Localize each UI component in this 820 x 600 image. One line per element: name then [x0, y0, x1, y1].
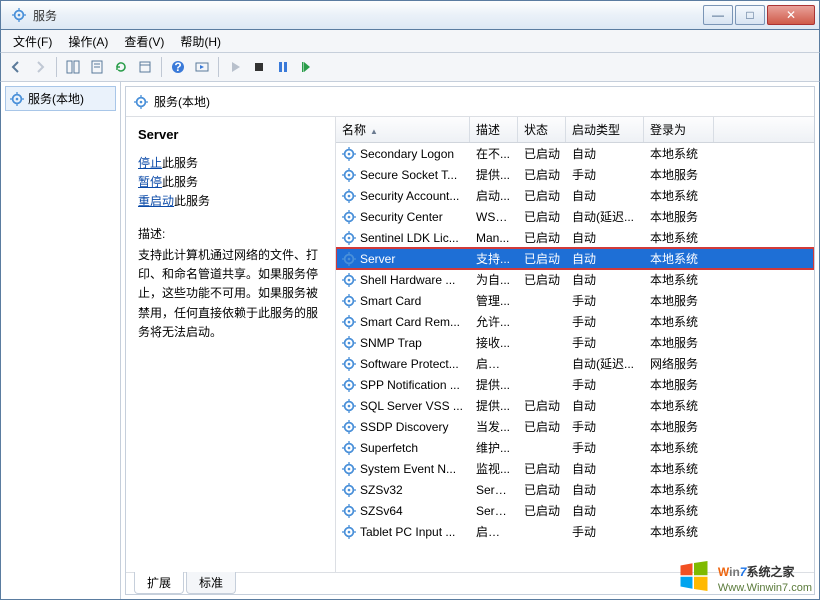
content-title: 服务(本地)	[154, 93, 210, 110]
gear-icon	[342, 252, 356, 266]
content-title-bar: 服务(本地)	[126, 87, 814, 117]
main-area: 服务(本地) 服务(本地) Server 停止此服务 暂停此服务 重启动此服务 …	[0, 82, 820, 600]
window-title: 服务	[33, 7, 701, 24]
nav-tree: 服务(本地)	[1, 82, 121, 599]
menubar: 文件(F) 操作(A) 查看(V) 帮助(H)	[0, 30, 820, 52]
table-row[interactable]: SPP Notification ...提供...手动本地服务	[336, 374, 814, 395]
app-gear-icon	[11, 7, 27, 23]
gear-icon	[342, 357, 356, 371]
gear-icon	[10, 92, 24, 106]
gear-icon	[342, 273, 356, 287]
table-row[interactable]: Software Protect...启用 ...自动(延迟...网络服务	[336, 353, 814, 374]
table-row[interactable]: Secure Socket T...提供...已启动手动本地服务	[336, 164, 814, 185]
col-name[interactable]: 名称	[336, 117, 470, 142]
gear-icon	[342, 147, 356, 161]
col-logon[interactable]: 登录为	[644, 117, 714, 142]
gear-icon	[342, 441, 356, 455]
table-row[interactable]: Secondary Logon在不...已启动自动本地系统	[336, 143, 814, 164]
table-row[interactable]: Security Account...启动...已启动自动本地系统	[336, 185, 814, 206]
gear-icon	[134, 95, 148, 109]
gear-icon	[342, 231, 356, 245]
gear-icon	[342, 420, 356, 434]
restart-link[interactable]: 重启动	[138, 194, 174, 208]
svg-text:?: ?	[174, 60, 181, 74]
detail-heading: Server	[138, 127, 323, 142]
gear-icon	[342, 399, 356, 413]
col-startup[interactable]: 启动类型	[566, 117, 644, 142]
table-row[interactable]: System Event N...监视...已启动自动本地系统	[336, 458, 814, 479]
nav-services-local[interactable]: 服务(本地)	[5, 86, 116, 111]
tab-standard[interactable]: 标准	[186, 572, 236, 594]
titlebar: 服务 — □ ✕	[0, 0, 820, 30]
minimize-button[interactable]: —	[703, 5, 733, 25]
maximize-button[interactable]: □	[735, 5, 765, 25]
detail-pane: Server 停止此服务 暂停此服务 重启动此服务 描述: 支持此计算机通过网络…	[126, 117, 336, 572]
start-service-button[interactable]	[224, 56, 246, 78]
table-row[interactable]: Shell Hardware ...为自...已启动自动本地系统	[336, 269, 814, 290]
table-row[interactable]: Security CenterWSC...已启动自动(延迟...本地服务	[336, 206, 814, 227]
stop-link[interactable]: 停止	[138, 156, 162, 170]
menu-action[interactable]: 操作(A)	[60, 31, 116, 52]
table-row[interactable]: Smart Card Rem...允许...手动本地系统	[336, 311, 814, 332]
menu-file[interactable]: 文件(F)	[5, 31, 60, 52]
action-button[interactable]	[191, 56, 213, 78]
desc-label: 描述:	[138, 225, 323, 242]
table-row[interactable]: SQL Server VSS ...提供...已启动自动本地系统	[336, 395, 814, 416]
detail-tabs: 扩展 标准	[126, 572, 814, 594]
gear-icon	[342, 168, 356, 182]
table-row[interactable]: Sentinel LDK Lic...Man...已启动自动本地系统	[336, 227, 814, 248]
nav-root-label: 服务(本地)	[28, 90, 84, 107]
table-row[interactable]: SZSv64Servi...已启动自动本地系统	[336, 500, 814, 521]
stop-service-button[interactable]	[248, 56, 270, 78]
export-list-button[interactable]	[86, 56, 108, 78]
nav-back-button[interactable]	[5, 56, 27, 78]
gear-icon	[342, 294, 356, 308]
gear-icon	[342, 336, 356, 350]
table-row[interactable]: SNMP Trap接收...手动本地服务	[336, 332, 814, 353]
menu-view[interactable]: 查看(V)	[116, 31, 172, 52]
table-row[interactable]: SZSv32Servi...已启动自动本地系统	[336, 479, 814, 500]
desc-text: 支持此计算机通过网络的文件、打印、和命名管道共享。如果服务停止，这些功能不可用。…	[138, 246, 323, 342]
help-button[interactable]: ?	[167, 56, 189, 78]
gear-icon	[342, 483, 356, 497]
pause-link[interactable]: 暂停	[138, 175, 162, 189]
content-pane: 服务(本地) Server 停止此服务 暂停此服务 重启动此服务 描述: 支持此…	[125, 86, 815, 595]
gear-icon	[342, 462, 356, 476]
gear-icon	[342, 189, 356, 203]
service-list[interactable]: 名称 描述 状态 启动类型 登录为 Secondary Logon在不...已启…	[336, 117, 814, 572]
table-row[interactable]: Tablet PC Input ...启用 ...手动本地系统	[336, 521, 814, 542]
list-header: 名称 描述 状态 启动类型 登录为	[336, 117, 814, 143]
table-row[interactable]: Superfetch维护...手动本地系统	[336, 437, 814, 458]
gear-icon	[342, 210, 356, 224]
gear-icon	[342, 504, 356, 518]
nav-forward-button[interactable]	[29, 56, 51, 78]
gear-icon	[342, 525, 356, 539]
tab-extended[interactable]: 扩展	[134, 572, 184, 594]
properties-button[interactable]	[134, 56, 156, 78]
restart-service-button[interactable]	[296, 56, 318, 78]
gear-icon	[342, 378, 356, 392]
close-button[interactable]: ✕	[767, 5, 815, 25]
table-row[interactable]: SSDP Discovery当发...已启动手动本地服务	[336, 416, 814, 437]
refresh-button[interactable]	[110, 56, 132, 78]
show-hide-tree-button[interactable]	[62, 56, 84, 78]
toolbar: ?	[0, 52, 820, 82]
gear-icon	[342, 315, 356, 329]
table-row[interactable]: Server支持...已启动自动本地系统	[336, 248, 814, 269]
col-status[interactable]: 状态	[518, 117, 566, 142]
col-desc[interactable]: 描述	[470, 117, 518, 142]
table-row[interactable]: Smart Card管理...手动本地服务	[336, 290, 814, 311]
pause-service-button[interactable]	[272, 56, 294, 78]
menu-help[interactable]: 帮助(H)	[172, 31, 229, 52]
